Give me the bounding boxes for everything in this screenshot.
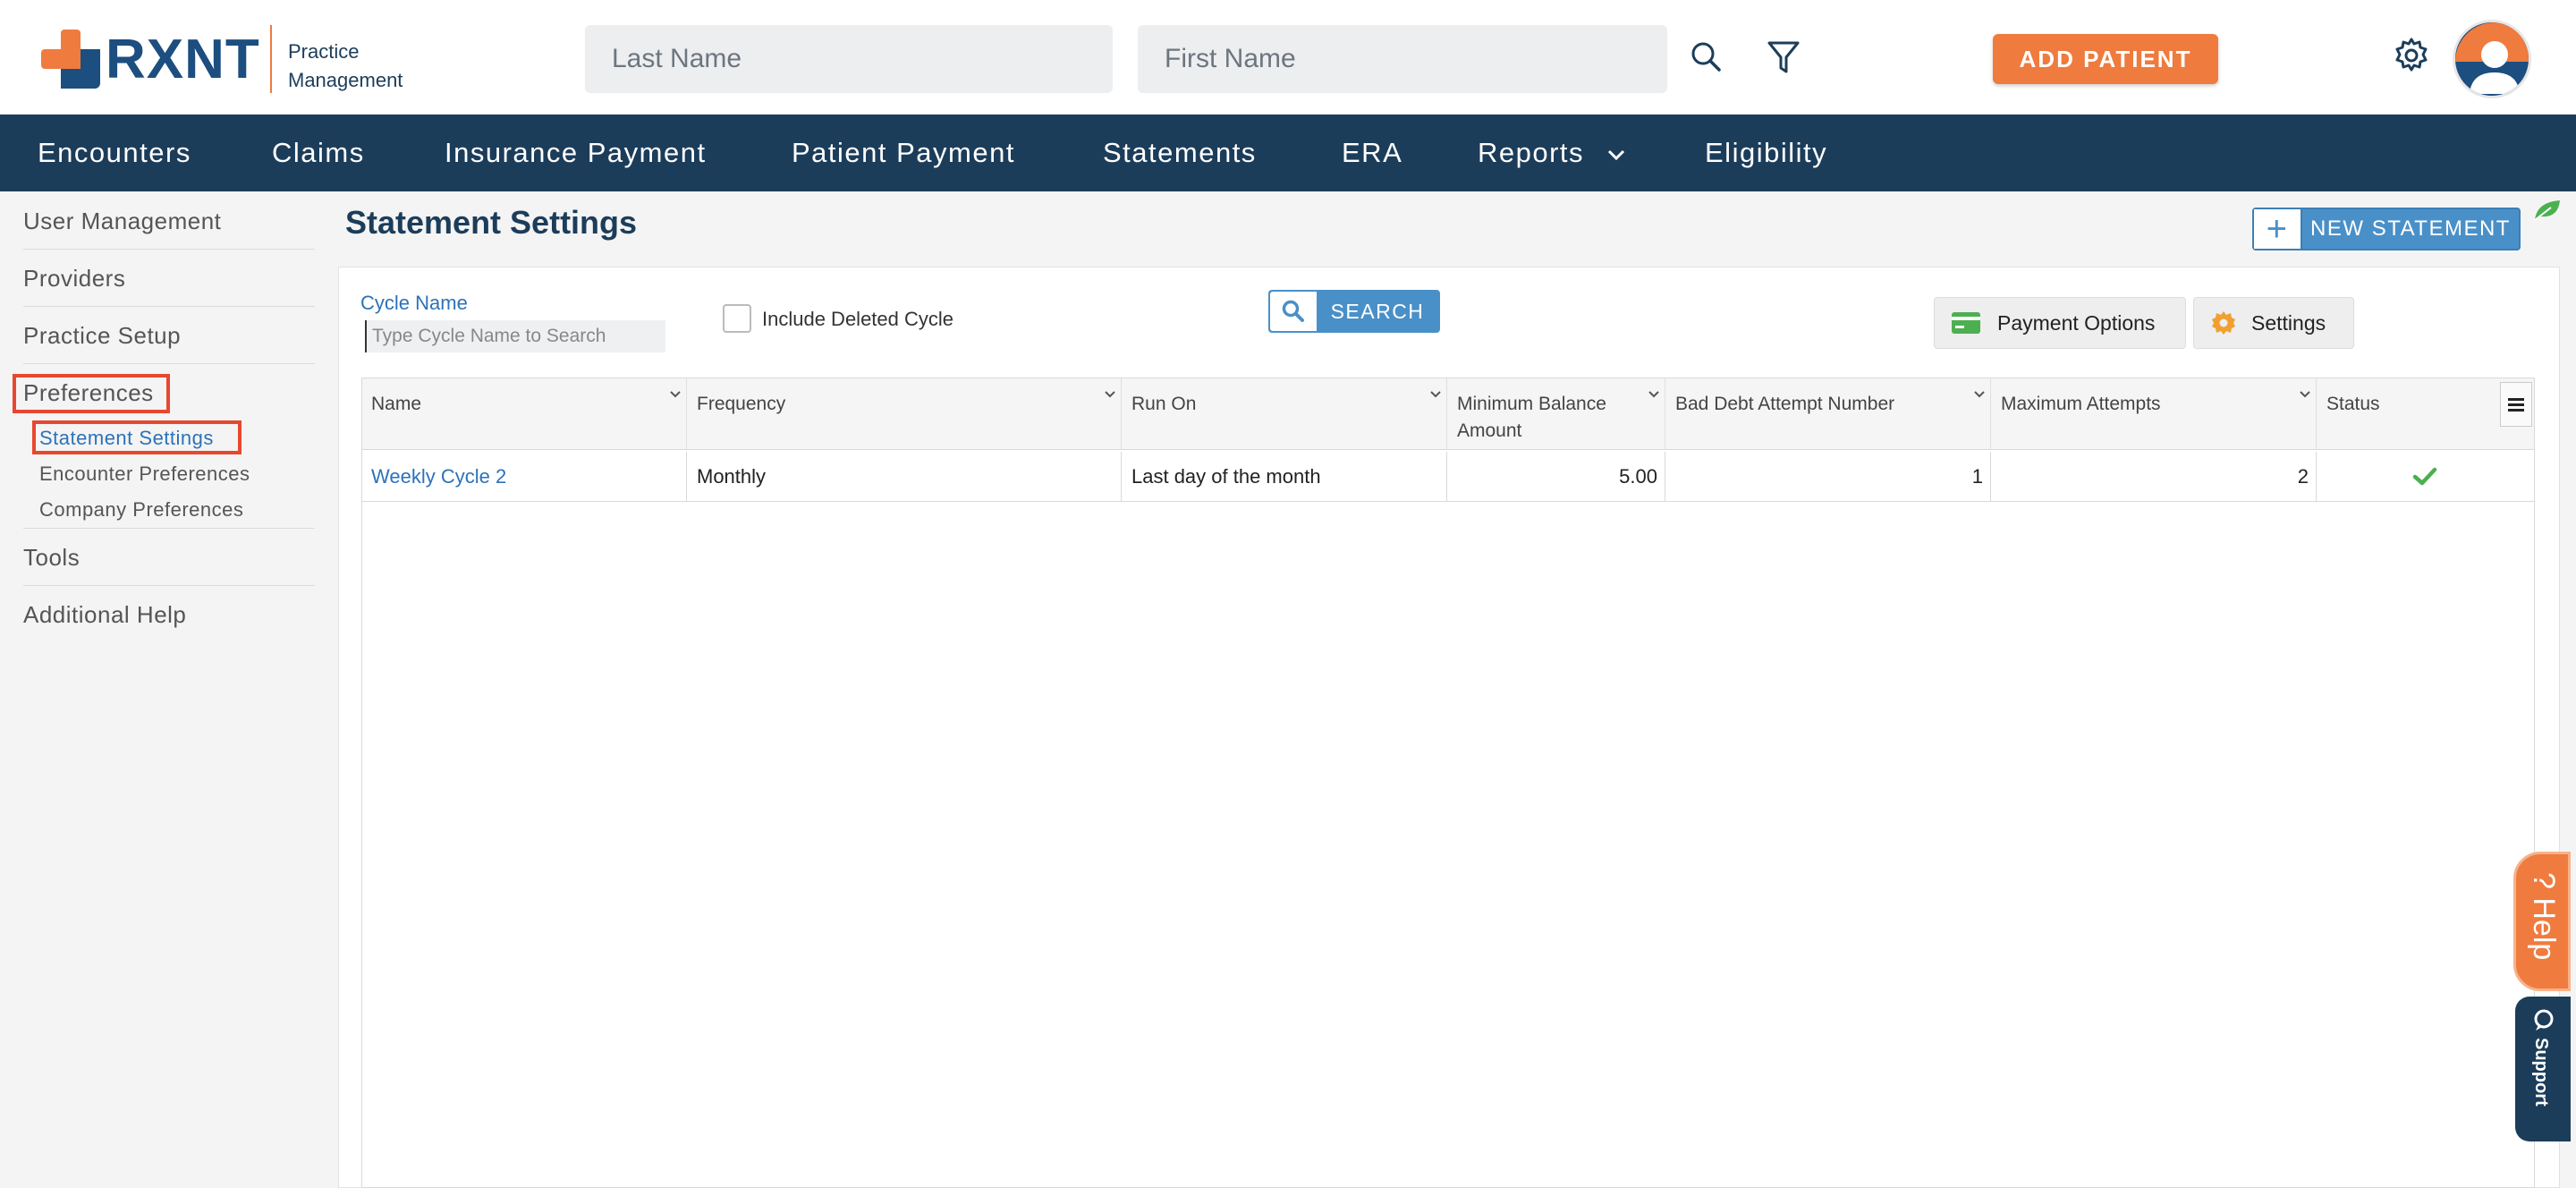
sidebar-divider xyxy=(23,306,315,307)
column-header-name[interactable]: Name xyxy=(371,391,421,418)
chevron-down-icon[interactable] xyxy=(668,387,682,402)
logo-divider xyxy=(270,25,272,93)
settings-button[interactable]: Settings xyxy=(2193,297,2354,349)
plus-icon: + xyxy=(2254,209,2302,249)
cell-divider xyxy=(1121,452,1122,502)
column-menu-button[interactable] xyxy=(2500,382,2532,427)
table-header: Name Frequency Run On Minimum Balance Am… xyxy=(362,378,2534,450)
nav-reports[interactable]: Reports xyxy=(1478,115,1627,191)
nav-statements[interactable]: Statements xyxy=(1103,115,1257,191)
search-icon[interactable] xyxy=(1687,38,1726,77)
table-row[interactable]: Weekly Cycle 2 Monthly Last day of the m… xyxy=(362,452,2534,502)
settings-label: Settings xyxy=(2251,310,2326,335)
help-label: ? Help xyxy=(2527,872,2561,961)
sidebar-subitem-encounter-preferences[interactable]: Encounter Preferences xyxy=(39,462,250,486)
help-tab[interactable]: ? Help xyxy=(2513,852,2571,991)
gear-icon[interactable] xyxy=(2392,36,2431,75)
column-header-min-balance-line1: Minimum Balance xyxy=(1457,394,1606,414)
chat-bubble-icon xyxy=(2534,1009,2554,1031)
sidebar-subitem-statement-settings[interactable]: Statement Settings xyxy=(39,427,214,450)
page-title: Statement Settings xyxy=(345,204,638,241)
nav-eligibility[interactable]: Eligibility xyxy=(1705,115,1827,191)
logo-text: RXNT xyxy=(106,28,260,90)
cell-name-link[interactable]: Weekly Cycle 2 xyxy=(371,452,506,502)
column-divider xyxy=(686,378,687,450)
user-avatar[interactable] xyxy=(2453,20,2531,98)
nav-patient-payment[interactable]: Patient Payment xyxy=(792,115,1015,191)
nav-insurance-payment[interactable]: Insurance Payment xyxy=(445,115,707,191)
sidebar-item-user-management[interactable]: User Management xyxy=(23,208,221,235)
column-header-maximum-attempts[interactable]: Maximum Attempts xyxy=(2001,391,2161,418)
sidebar-item-additional-help[interactable]: Additional Help xyxy=(23,601,186,629)
chevron-down-icon xyxy=(1608,149,1625,160)
cycle-name-label: Cycle Name xyxy=(360,292,468,314)
logo-subtitle-line2: Management xyxy=(288,69,403,91)
last-name-input[interactable] xyxy=(585,25,1113,93)
sidebar-divider xyxy=(23,585,315,586)
search-icon xyxy=(1270,292,1317,331)
support-tab[interactable]: Support xyxy=(2515,997,2571,1141)
menu-icon xyxy=(2508,397,2524,401)
filter-icon[interactable] xyxy=(1764,38,1803,77)
sidebar-item-providers[interactable]: Providers xyxy=(23,265,125,293)
cell-run-on: Last day of the month xyxy=(1131,465,1321,488)
cell-frequency: Monthly xyxy=(697,465,767,488)
chevron-down-icon[interactable] xyxy=(1647,387,1661,402)
credit-card-icon xyxy=(1952,312,1980,334)
column-header-status[interactable]: Status xyxy=(2326,391,2380,418)
column-divider xyxy=(2316,378,2317,450)
cell-bad-debt-attempt: 1 xyxy=(1971,465,1983,488)
sidebar-divider xyxy=(23,249,315,250)
sidebar-divider xyxy=(23,528,315,529)
statement-cycles-table: Name Frequency Run On Minimum Balance Am… xyxy=(361,378,2535,1188)
nav-claims[interactable]: Claims xyxy=(272,115,365,191)
sidebar-item-practice-setup[interactable]: Practice Setup xyxy=(23,322,181,350)
chevron-down-icon[interactable] xyxy=(1972,387,1987,402)
column-header-minimum-balance-amount[interactable]: Minimum Balance Amount xyxy=(1457,391,1606,445)
checkmark-icon xyxy=(2412,467,2437,486)
nav-era[interactable]: ERA xyxy=(1342,115,1402,191)
cell-min-balance: 5.00 xyxy=(1619,465,1657,488)
logo-cross-icon xyxy=(41,30,100,89)
logo-subtitle-line1: Practice xyxy=(288,40,360,63)
rxnt-logo[interactable]: RXNT xyxy=(41,27,260,91)
support-label: Support xyxy=(2531,1038,2551,1107)
payment-options-label: Payment Options xyxy=(1997,310,2156,335)
avatar-icon xyxy=(2455,22,2529,94)
new-statement-button[interactable]: + NEW STATEMENT xyxy=(2252,208,2521,250)
main-navbar: Encounters Claims Insurance Payment Pati… xyxy=(0,115,2576,191)
leaf-icon[interactable] xyxy=(2531,197,2563,224)
nav-reports-label: Reports xyxy=(1478,137,1585,168)
include-deleted-checkbox[interactable] xyxy=(723,304,751,333)
column-divider xyxy=(1446,378,1447,450)
sidebar-divider xyxy=(23,363,315,364)
cell-status xyxy=(2316,452,2534,502)
chevron-down-icon[interactable] xyxy=(2298,387,2312,402)
search-button-label: SEARCH xyxy=(1330,299,1425,323)
cell-divider xyxy=(686,452,687,502)
column-header-min-balance-line2: Amount xyxy=(1457,420,1522,441)
chevron-down-icon[interactable] xyxy=(1103,387,1117,402)
cycle-name-input[interactable] xyxy=(365,320,665,352)
column-header-run-on[interactable]: Run On xyxy=(1131,391,1196,418)
chevron-down-icon[interactable] xyxy=(1428,387,1443,402)
column-header-bad-debt-attempt-number[interactable]: Bad Debt Attempt Number xyxy=(1675,391,1894,418)
gear-icon xyxy=(2212,311,2235,335)
sidebar-subitem-company-preferences[interactable]: Company Preferences xyxy=(39,498,243,522)
column-header-frequency[interactable]: Frequency xyxy=(697,391,785,418)
app-header: RXNT Practice Management ADD PATIENT xyxy=(0,0,2576,115)
first-name-input[interactable] xyxy=(1138,25,1667,93)
search-button[interactable]: SEARCH xyxy=(1268,290,1440,333)
nav-encounters[interactable]: Encounters xyxy=(38,115,191,191)
new-statement-label: NEW STATEMENT xyxy=(2310,216,2511,241)
column-divider xyxy=(1121,378,1122,450)
column-divider xyxy=(1990,378,1991,450)
cell-max-attempts: 2 xyxy=(2297,465,2309,488)
payment-options-button[interactable]: Payment Options xyxy=(1934,297,2186,349)
logo-subtitle: Practice Management xyxy=(288,38,402,95)
include-deleted-label: Include Deleted Cycle xyxy=(762,308,954,330)
sidebar-item-preferences[interactable]: Preferences xyxy=(23,379,154,407)
add-patient-button[interactable]: ADD PATIENT xyxy=(1993,34,2218,84)
sidebar-item-tools[interactable]: Tools xyxy=(23,544,80,572)
